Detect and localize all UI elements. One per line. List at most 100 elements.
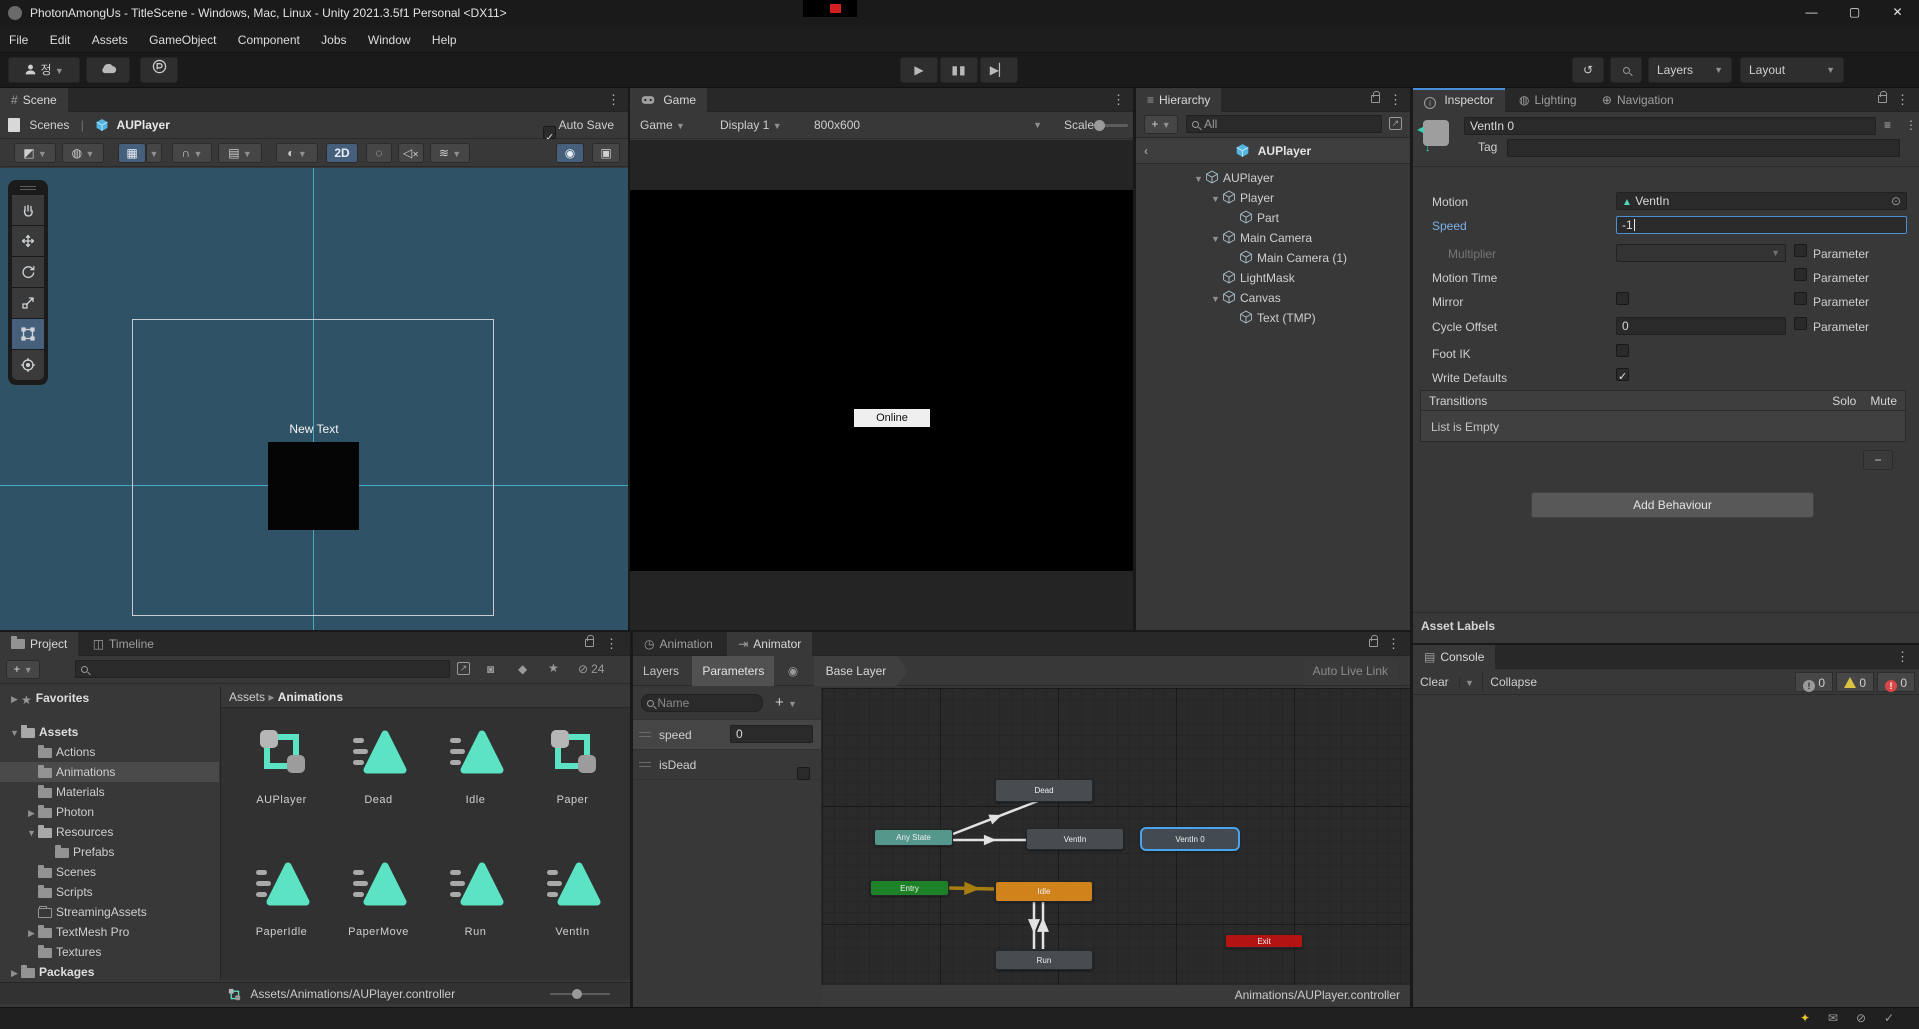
scale-slider-thumb[interactable] [1094,120,1105,131]
step-button[interactable]: ▶▏ [980,57,1018,83]
asset-run[interactable]: Run [427,852,524,970]
asset-auplayer[interactable]: AUPlayer [233,720,330,838]
project-folder-scripts[interactable]: Scripts [0,882,219,902]
maximize-button[interactable]: ▢ [1833,5,1876,19]
base-layer-breadcrumb[interactable]: Base Layer [814,656,909,686]
2d-toggle[interactable]: 2D [326,143,358,163]
photon-button[interactable] [140,57,178,83]
open-search-window-icon[interactable]: ↗ [457,662,470,675]
game-menu-kebab-icon[interactable]: ⋮ [1112,92,1125,108]
cloud-button[interactable] [86,57,130,83]
prefab-root-name[interactable]: AUPlayer [1258,144,1311,158]
back-arrow-icon[interactable]: ‹ [1144,138,1148,164]
motion-object-field[interactable]: ▲ VentIn ⊙ [1616,192,1907,210]
state-node-exit[interactable]: Exit [1225,934,1303,948]
menu-edit[interactable]: Edit [41,27,80,53]
object-picker-icon[interactable]: ⊙ [1891,193,1901,209]
tab-console[interactable]: ▤ Console [1413,645,1496,669]
asset-paperidle[interactable]: PaperIdle [233,852,330,970]
project-folder-assets[interactable]: ▼ Assets [0,722,219,742]
ok-check-icon[interactable]: ✓ [1884,1011,1894,1025]
no-errors-icon[interactable]: ⊘ [1856,1011,1866,1025]
lock-icon[interactable] [1369,635,1378,647]
search-everything-button[interactable] [1610,57,1642,83]
project-folder-actions[interactable]: Actions [0,742,219,762]
clear-button[interactable]: Clear [1413,672,1456,692]
state-node-idle[interactable]: Idle [995,881,1093,902]
state-node-ventin-0[interactable]: VentIn 0 [1140,827,1240,851]
remove-transition-button[interactable]: − [1863,450,1893,470]
lock-icon[interactable] [1878,91,1887,103]
project-folder-textures[interactable]: Textures [0,942,219,962]
tab-scene[interactable]: # Scene [0,88,68,112]
parameters-toggle[interactable]: Parameters [692,656,775,686]
shading-mode-dropdown[interactable]: ◐ ▼ [276,143,318,163]
add-behaviour-button[interactable]: Add Behaviour [1531,492,1814,518]
layers-dropdown[interactable]: Layers ▼ [1648,57,1732,83]
breadcrumb-root[interactable]: Assets [229,690,265,704]
menu-assets[interactable]: Assets [83,27,137,53]
player-sprite[interactable] [268,442,359,530]
undo-history-button[interactable]: ↺ [1572,57,1604,83]
thumbnail-size-slider-thumb[interactable] [572,989,582,999]
menu-gameobject[interactable]: GameObject [140,27,225,53]
tab-timeline[interactable]: ◫ Timeline [82,632,165,656]
handle-orientation-button[interactable]: ◍ ▼ [62,143,104,163]
play-button[interactable]: ▶ [900,57,938,83]
state-node-dead[interactable]: Dead [995,779,1093,802]
drag-handle-icon[interactable] [639,732,651,733]
tab-inspector[interactable]: i Inspector [1413,88,1505,112]
scene-viewport[interactable]: New Text [0,168,628,630]
motion-time-parameter-checkbox[interactable] [1794,268,1807,281]
layout-dropdown[interactable]: Layout ▼ [1740,57,1844,83]
message-icon[interactable]: ✉ [1828,1011,1838,1025]
auto-live-link-button[interactable]: Auto Live Link [1302,661,1398,681]
scene-lighting-toggle[interactable]: ◌ [366,143,392,163]
close-button[interactable]: ✕ [1876,5,1919,19]
create-asset-button[interactable]: + ▼ [6,660,40,679]
asset-ventin[interactable]: VentIn [524,852,621,970]
hand-tool[interactable] [12,195,44,225]
drag-handle-icon[interactable] [639,762,651,763]
text-object-label[interactable]: New Text [276,422,352,436]
menu-file[interactable]: File [0,27,37,53]
palette-drag-handle[interactable] [12,184,44,192]
menu-component[interactable]: Component [229,27,309,53]
account-button[interactable]: 정 ▼ [8,57,80,83]
scene-audio-toggle[interactable]: ◁✕ [398,143,424,163]
display-dropdown[interactable]: Display 1 ▼ [714,115,788,135]
online-button[interactable]: Online [854,409,930,427]
project-folder-textmesh-pro[interactable]: ▶ TextMesh Pro [0,922,219,942]
multiplier-parameter-checkbox[interactable] [1794,244,1807,257]
state-name-field[interactable]: VentIn 0 [1464,117,1876,135]
header-kebab-icon[interactable]: ⋮ [1905,118,1917,132]
project-search-input[interactable] [75,660,450,678]
increment-snap-button[interactable]: ▤ ▼ [218,143,262,163]
menu-window[interactable]: Window [359,27,420,53]
mirror-checkbox[interactable] [1616,292,1629,305]
isdead-parameter-checkbox[interactable] [796,767,810,781]
tab-navigation[interactable]: ⊕ Navigation [1591,88,1685,112]
asset-labels-header[interactable]: Asset Labels [1421,619,1495,633]
info-count-badge[interactable]: ! 0 [1795,672,1833,692]
parameter-search-input[interactable]: Name [641,694,763,712]
hierarchy-item-player[interactable]: ▼ Player [1136,188,1410,208]
filter-by-label-icon[interactable]: ◆ [518,662,527,676]
hierarchy-item-main-camera[interactable]: ▼ Main Camera [1136,228,1410,248]
layers-toggle[interactable]: Layers [643,664,679,678]
tool-settings-button[interactable]: ◩ ▼ [14,143,56,163]
lock-icon[interactable] [585,635,594,647]
project-folder-resources[interactable]: ▼ Resources [0,822,219,842]
project-folder-streamingassets[interactable]: StreamingAssets [0,902,219,922]
parameter-row-isdead[interactable]: isDead [633,750,821,781]
rect-tool[interactable] [12,319,44,349]
hierarchy-item-text-tmp-[interactable]: Text (TMP) [1136,308,1410,328]
rotate-tool[interactable] [12,257,44,287]
tab-lighting[interactable]: ◍ Lighting [1508,88,1588,112]
menu-help[interactable]: Help [423,27,466,53]
tab-game[interactable]: Game [630,88,708,112]
project-folder-photon[interactable]: ▶ Photon [0,802,219,822]
state-node-run[interactable]: Run [995,950,1093,970]
lock-icon[interactable] [1371,91,1380,103]
error-count-badge[interactable]: ! 0 [1877,672,1915,692]
